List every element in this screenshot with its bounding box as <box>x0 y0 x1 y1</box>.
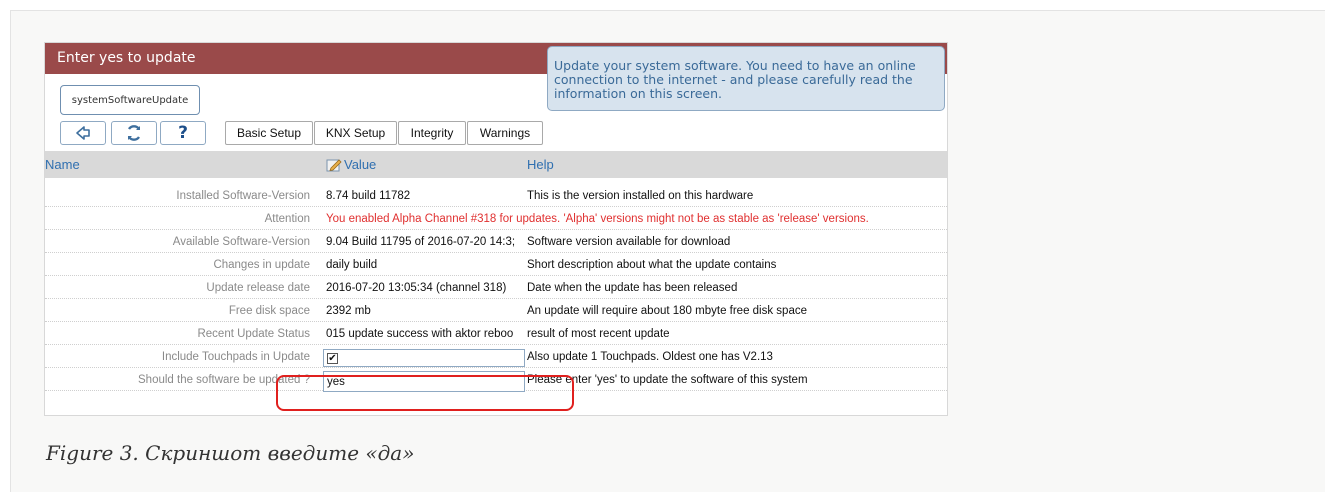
tab-integrity[interactable]: Integrity <box>398 121 466 145</box>
row-label: Recent Update Status <box>197 328 310 340</box>
tab-knx-setup[interactable]: KNX Setup <box>314 121 397 145</box>
row-label: Update release date <box>206 282 310 294</box>
row-label: Available Software-Version <box>172 236 310 248</box>
column-header-value-label: Value <box>344 157 377 172</box>
edit-icon <box>326 158 342 171</box>
row-help: Software version available for download <box>527 236 731 248</box>
row-help: result of most recent update <box>527 328 670 340</box>
table-row: Recent Update Status 015 update success … <box>45 324 947 345</box>
row-label: Free disk space <box>228 305 310 317</box>
table-row: Available Software-Version 9.04 Build 11… <box>45 232 947 253</box>
table-row: Update release date 2016-07-20 13:05:34 … <box>45 278 947 299</box>
column-header-value: Value <box>326 157 376 172</box>
row-value: daily build <box>326 259 378 271</box>
row-value: 2016-07-20 13:05:34 (channel 318) <box>326 282 507 294</box>
row-help: Date when the update has been released <box>527 282 738 294</box>
row-help: Also update 1 Touchpads. Oldest one has … <box>527 351 773 363</box>
help-button[interactable]: ? <box>160 121 206 145</box>
row-help: An update will require about 180 mbyte f… <box>527 305 807 317</box>
highlight-annotation <box>276 375 574 411</box>
back-arrow-icon <box>76 126 90 140</box>
table-row: Include Touchpads in Update ✔ Also updat… <box>45 347 947 368</box>
app-window: Enter yes to update Update your system s… <box>44 42 948 416</box>
include-touchpads-field: ✔ <box>323 349 525 367</box>
table-header: Name Value Help <box>45 151 947 178</box>
table-row: Attention You enabled Alpha Channel #318… <box>45 209 947 230</box>
tab-warnings[interactable]: Warnings <box>467 121 543 145</box>
row-label: Installed Software-Version <box>176 190 310 202</box>
table-row: Changes in update daily build Short desc… <box>45 255 947 276</box>
tab-basic-setup[interactable]: Basic Setup <box>225 121 313 145</box>
row-value: 9.04 Build 11795 of 2016-07-20 14:3; <box>326 236 516 248</box>
refresh-icon <box>128 125 140 141</box>
row-value: 8.74 build 11782 <box>326 190 411 202</box>
table-row: Free disk space 2392 mb An update will r… <box>45 301 947 322</box>
column-header-help: Help <box>527 157 554 172</box>
row-value: 015 update success with aktor reboo <box>326 328 514 340</box>
back-button[interactable] <box>60 121 106 145</box>
row-label: Include Touchpads in Update <box>161 351 310 363</box>
row-help: This is the version installed on this ha… <box>527 190 754 202</box>
system-software-update-button[interactable]: systemSoftwareUpdate <box>60 85 200 115</box>
row-help: Short description about what the update … <box>527 259 777 271</box>
row-label: Attention <box>264 213 310 225</box>
row-label: Changes in update <box>213 259 310 271</box>
refresh-button[interactable] <box>111 121 157 145</box>
include-touchpads-checkbox[interactable]: ✔ <box>327 353 338 364</box>
column-header-name: Name <box>45 157 80 172</box>
help-tooltip: Update your system software. You need to… <box>547 46 945 111</box>
table-row: Installed Software-Version 8.74 build 11… <box>45 186 947 207</box>
help-question-icon: ? <box>178 123 188 143</box>
row-label: Should the software be updated ? <box>138 374 310 386</box>
alpha-channel-warning: You enabled Alpha Channel #318 for updat… <box>326 213 869 225</box>
figure-caption: Figure 3. Скриншот введите «да» <box>46 441 415 465</box>
row-value: 2392 mb <box>326 305 371 317</box>
